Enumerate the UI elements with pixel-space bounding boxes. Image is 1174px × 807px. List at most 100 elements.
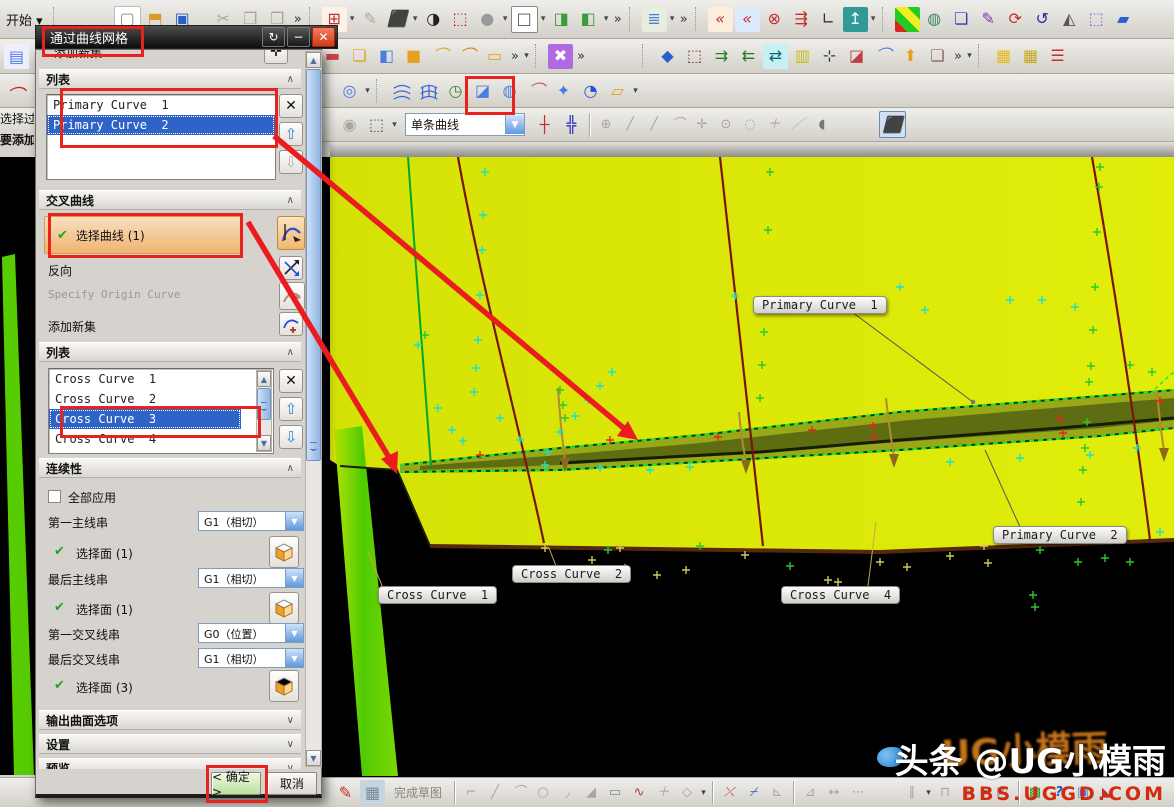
primary-add-new-set-button[interactable]: ✛: [264, 50, 288, 64]
chamfer-icon[interactable]: ◢: [580, 782, 602, 804]
preview-header[interactable]: 预览 ∨: [39, 758, 301, 769]
sketch-grid-icon[interactable]: ▦: [360, 780, 385, 805]
move-primary-up-button[interactable]: ⇧: [279, 122, 303, 146]
list-item-selected[interactable]: Cross Curve 3: [49, 409, 241, 429]
dropdown-arrow-icon[interactable]: ▾: [602, 14, 611, 24]
dropdown-arrow-icon[interactable]: ▾: [522, 51, 531, 61]
circle-icon[interactable]: ○: [532, 782, 554, 804]
wireframe-cube-icon[interactable]: ⬚: [448, 7, 473, 32]
move-cross-up-button[interactable]: ⇧: [279, 397, 303, 421]
collapse-chevron-icon[interactable]: ∧: [287, 463, 294, 474]
through-curve-mesh-icon[interactable]: [416, 78, 441, 103]
snap-midpoint-icon[interactable]: ╱: [643, 114, 665, 136]
constraint-kc1-icon[interactable]: «: [708, 7, 733, 32]
primary-curve-2-label[interactable]: Primary Curve 2: [993, 526, 1127, 544]
measure-helper-icon[interactable]: ∟: [816, 7, 841, 32]
sketch-icon[interactable]: ✎: [358, 7, 383, 32]
list-item-empty[interactable]: [47, 135, 275, 155]
rotate-axis-icon[interactable]: ↺: [1030, 7, 1055, 32]
toolbar-overflow-icon[interactable]: »: [611, 12, 625, 27]
revolved-body-icon[interactable]: ◎: [337, 78, 362, 103]
mirror-icon[interactable]: ◭: [1057, 7, 1082, 32]
list-item[interactable]: Cross Curve 1: [49, 369, 241, 389]
select-curve-row[interactable]: ✔ 选择曲线 (1): [44, 216, 242, 254]
toolbar-grip[interactable]: [535, 44, 543, 68]
n-sided-surface-icon[interactable]: ◍: [497, 78, 522, 103]
last-cross-combo[interactable]: G1（相切） ▼: [198, 648, 304, 668]
select-face-2-button[interactable]: [269, 592, 299, 624]
snap-endpoint-icon[interactable]: ╱: [619, 114, 641, 136]
dropdown-arrow-icon[interactable]: ▾: [539, 14, 548, 24]
parallel-constraint-icon[interactable]: ∥: [901, 782, 923, 804]
arc-partial-icon[interactable]: ⌒: [3, 84, 28, 109]
ok-button[interactable]: < 确定 >: [211, 772, 261, 795]
yellow-surface[interactable]: [330, 157, 1174, 552]
list-item-empty[interactable]: [47, 155, 275, 175]
window-partial-icon[interactable]: ▤: [4, 44, 29, 69]
toolbar-grip[interactable]: [978, 44, 986, 68]
combo-dropdown-icon[interactable]: ▼: [505, 115, 524, 134]
remove-parameters-icon[interactable]: ✖: [548, 44, 573, 69]
snap-intersection-icon[interactable]: ✛: [691, 114, 713, 136]
wcs-cube-button[interactable]: ⬛: [879, 111, 906, 138]
dialog-titlebar[interactable]: 通过曲线网格 ↻ − ✕: [35, 25, 338, 49]
toolbar-overflow-icon[interactable]: »: [951, 49, 965, 64]
panel-icon[interactable]: ▣: [1072, 782, 1094, 804]
datum-plane-arrow-icon[interactable]: ↥: [843, 7, 868, 32]
rectangle-icon[interactable]: ▭: [604, 782, 626, 804]
clip-work-section-icon[interactable]: ◧: [576, 7, 601, 32]
transform-icon[interactable]: ⟳: [1003, 7, 1028, 32]
datum-list-icon[interactable]: ≣: [642, 7, 667, 32]
expand-chevron-icon[interactable]: ∨: [287, 715, 294, 726]
modeling-cube-icon[interactable]: ⬛: [385, 7, 410, 32]
preview-header-clipped[interactable]: 预览 ∨: [36, 758, 302, 769]
dropdown-arrow-icon[interactable]: ▾: [348, 14, 357, 24]
scrollbar-thumb[interactable]: [306, 69, 321, 461]
blue-plane-icon[interactable]: ▰: [1111, 7, 1136, 32]
dropdown-arrow-icon[interactable]: ▾: [668, 14, 677, 24]
stop-at-intersection-icon[interactable]: ┼: [532, 112, 557, 137]
scrollbar-thumb[interactable]: [257, 388, 271, 420]
synchronous-shield-icon[interactable]: ◆: [655, 44, 680, 69]
line-icon[interactable]: ╱: [484, 782, 506, 804]
list-item[interactable]: Cross Curve 4: [49, 429, 241, 449]
quick-extend-icon[interactable]: ⌿: [742, 782, 764, 804]
wire-box-icon[interactable]: ⬚: [1084, 7, 1109, 32]
first-cross-combo[interactable]: G0（位置） ▼: [198, 623, 304, 643]
collapse-chevron-icon[interactable]: ∧: [287, 74, 294, 85]
combo-dropdown-icon[interactable]: ▼: [285, 512, 303, 530]
cross-curves-group-header[interactable]: 交叉曲线 ∧: [39, 190, 301, 210]
edit-display-icon[interactable]: ❏: [949, 7, 974, 32]
finish-sketch-label[interactable]: 完成草图: [394, 784, 442, 801]
collapse-chevron-icon[interactable]: ∧: [287, 347, 294, 358]
family-table-icon[interactable]: ▦: [1018, 44, 1043, 69]
output-options-header[interactable]: 输出曲面选项 ∨: [39, 710, 301, 730]
cross-curve-list[interactable]: Cross Curve 1 Cross Curve 2 Cross Curve …: [48, 368, 274, 454]
dropdown-arrow-icon[interactable]: ▾: [965, 51, 974, 61]
profile-icon[interactable]: ⌐: [460, 782, 482, 804]
clip-section-icon[interactable]: ◨: [549, 7, 574, 32]
cross-curve-1-label[interactable]: Cross Curve 1: [378, 586, 497, 604]
toolbar-overflow-icon[interactable]: »: [574, 49, 588, 64]
primary-list-group-header[interactable]: 列表 ∧: [39, 69, 301, 89]
show-hide-icon[interactable]: ◍: [922, 7, 947, 32]
toolbar-grip[interactable]: [695, 7, 703, 31]
dialog-minimize-button[interactable]: −: [287, 27, 310, 47]
constraints-icon[interactable]: ⊿: [799, 782, 821, 804]
scroll-up-icon[interactable]: ▲: [257, 371, 271, 387]
cross-curve-4-label[interactable]: Cross Curve 4: [781, 586, 900, 604]
dropdown-arrow-icon[interactable]: ▾: [981, 788, 990, 798]
sketch-exit-icon[interactable]: ✎: [333, 780, 358, 805]
replace-face-icon[interactable]: ⇄: [763, 44, 788, 69]
curve-selection-button[interactable]: [277, 216, 305, 250]
snap-point-on-face-icon[interactable]: ◖: [811, 114, 833, 136]
reattach-sketch-icon[interactable]: ◪: [844, 44, 869, 69]
scroll-down-icon[interactable]: ▼: [306, 750, 321, 766]
animate-icon[interactable]: ▶: [958, 782, 980, 804]
dropdown-arrow-icon[interactable]: ▾: [631, 86, 640, 96]
fillet-icon[interactable]: ◞: [556, 782, 578, 804]
window-pane-icon[interactable]: □: [511, 6, 538, 33]
point-icon[interactable]: ＋: [652, 782, 674, 804]
gray-sphere-icon[interactable]: ●: [475, 7, 500, 32]
no-constraint-icon[interactable]: ⊗: [762, 7, 787, 32]
